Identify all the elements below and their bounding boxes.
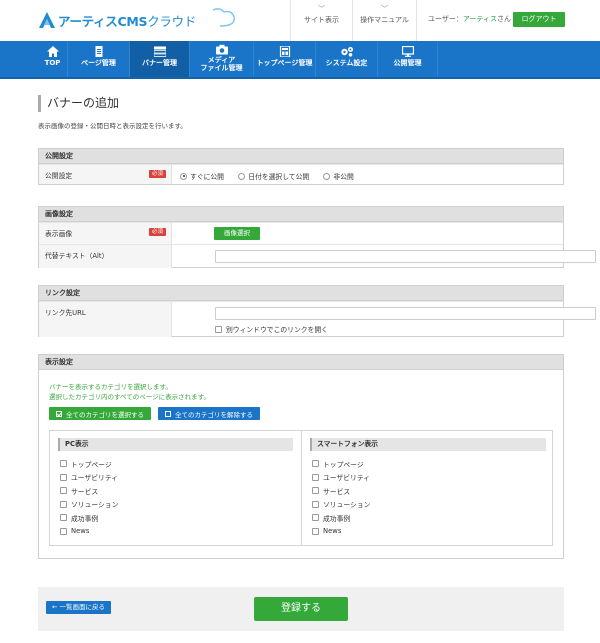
field-label: 公開設定 xyxy=(45,172,73,180)
nav-item-pages[interactable]: ページ管理 xyxy=(68,41,130,77)
link-url-row: リンク先URL 別ウィンドウでこのリンクを開く xyxy=(39,301,596,337)
checkbox-icon xyxy=(60,460,67,468)
layout-icon xyxy=(279,46,290,57)
panel-heading: 表示設定 xyxy=(39,355,563,370)
logo[interactable]: アーティスCMSクラウド xyxy=(38,8,235,31)
image-panel: 画像設定 表示画像 必須 画像選択 代替テキスト（Alt） xyxy=(38,206,596,268)
checkbox-icon xyxy=(60,527,67,535)
checkbox-icon xyxy=(312,473,319,481)
pc-heading: PC表示 xyxy=(58,438,293,451)
pc-category-item[interactable]: サービス xyxy=(58,484,293,498)
nav-item-media[interactable]: メディア ファイル管理 xyxy=(190,41,254,77)
radio-private[interactable]: 非公開 xyxy=(323,171,354,181)
logout-button[interactable]: ログアウト xyxy=(513,12,565,27)
checkbox-icon xyxy=(165,410,171,417)
nav-item-system[interactable]: システム設定 xyxy=(316,41,378,77)
user-info: ユーザー：アーティスさん xyxy=(416,0,511,41)
category-box: PC表示 トップページ ユーザビリティ サービス ソリューション 成功事例 Ne… xyxy=(49,430,553,546)
user-name: アーティス xyxy=(462,15,498,23)
gears-icon xyxy=(340,47,353,57)
radio-icon xyxy=(323,172,331,180)
display-image-row: 表示画像 必須 画像選択 xyxy=(39,222,563,244)
monitor-icon xyxy=(401,46,414,57)
nav-item-top-page[interactable]: トップページ管理 xyxy=(254,41,316,77)
sp-category-item[interactable]: 成功事例 xyxy=(310,511,546,525)
home-icon xyxy=(46,46,59,57)
field-label: リンク先URL xyxy=(45,309,86,317)
new-window-checkbox[interactable]: 別ウィンドウでこのリンクを開く xyxy=(215,324,328,334)
display-panel: 表示設定 バナーを表示するカテゴリを選択します。 選択したカテゴリ内のすべてのペ… xyxy=(38,354,564,559)
link-url-input[interactable] xyxy=(215,307,596,320)
radio-publish-date[interactable]: 日付を選択して公開 xyxy=(238,171,309,181)
checkbox-icon xyxy=(312,460,319,468)
page-description: 表示画像の登録・公開日時と表示設定を行います。 xyxy=(38,122,187,130)
publish-row: 公開設定 必須 すぐに公開 日付を選択して公開 非公開 xyxy=(39,164,563,184)
checkbox-icon xyxy=(60,473,67,481)
sp-category-item[interactable]: ソリューション xyxy=(310,498,546,512)
field-label: 代替テキスト（Alt） xyxy=(45,252,109,260)
page-title: バナーの追加 xyxy=(38,95,119,112)
checkbox-icon xyxy=(312,500,319,508)
checkbox-icon xyxy=(60,487,67,495)
alt-text-row: 代替テキスト（Alt） xyxy=(39,244,596,268)
nav-item-publish[interactable]: 公開管理 xyxy=(378,41,438,77)
sp-category-item[interactable]: トップページ xyxy=(310,457,546,471)
image-select-button[interactable]: 画像選択 xyxy=(214,227,260,240)
alt-text-input[interactable] xyxy=(215,250,596,263)
checkbox-icon xyxy=(60,500,67,508)
checkbox-checked-icon xyxy=(56,410,62,417)
checkbox-icon xyxy=(215,325,222,333)
top-header: アーティスCMSクラウド ﹀ サイト表示 ﹀ 操作マニュアル ユーザー：アーティ… xyxy=(0,0,600,41)
panel-heading: 公開設定 xyxy=(39,149,563,164)
manual-link[interactable]: ﹀ 操作マニュアル xyxy=(352,0,416,41)
required-badge: 必須 xyxy=(148,170,166,178)
display-note: バナーを表示するカテゴリを選択します。 xyxy=(49,383,172,391)
pc-category-item[interactable]: News xyxy=(58,525,293,539)
radio-icon xyxy=(180,172,187,180)
pc-category-item[interactable]: ユーザビリティ xyxy=(58,471,293,485)
display-note: 選択したカテゴリ内のすべてのページに表示されます。 xyxy=(49,393,211,401)
link-panel: リンク設定 リンク先URL 別ウィンドウでこのリンクを開く xyxy=(38,285,596,337)
banner-icon xyxy=(153,46,166,57)
field-label: 表示画像 xyxy=(45,230,73,238)
checkbox-icon xyxy=(312,527,319,535)
logo-icon xyxy=(39,12,55,28)
sp-category-column: スマートフォン表示 トップページ ユーザビリティ サービス ソリューション 成功… xyxy=(302,431,554,545)
checkbox-icon xyxy=(60,514,67,522)
back-to-list-button[interactable]: ← 一覧画面に戻る xyxy=(46,601,112,614)
pc-category-item[interactable]: トップページ xyxy=(58,457,293,471)
form-footer: ← 一覧画面に戻る 登録する xyxy=(38,587,564,631)
chevron-down-icon: ﹀ xyxy=(318,5,325,13)
sp-heading: スマートフォン表示 xyxy=(310,438,546,451)
main-nav: TOP ページ管理 バナー管理 メディア ファイル管理 トップページ管理 システ… xyxy=(0,41,600,79)
sp-category-item[interactable]: サービス xyxy=(310,484,546,498)
cloud-icon xyxy=(212,8,235,27)
nav-item-top[interactable]: TOP xyxy=(38,41,68,77)
pc-category-column: PC表示 トップページ ユーザビリティ サービス ソリューション 成功事例 Ne… xyxy=(50,431,302,545)
checkbox-icon xyxy=(312,514,319,522)
register-button[interactable]: 登録する xyxy=(254,597,348,621)
deselect-all-button[interactable]: 全てのカテゴリを解除する xyxy=(158,407,260,420)
sp-category-item[interactable]: News xyxy=(310,525,546,539)
sp-category-item[interactable]: ユーザビリティ xyxy=(310,471,546,485)
site-view-link[interactable]: ﹀ サイト表示 xyxy=(290,0,352,41)
panel-heading: リンク設定 xyxy=(39,286,563,301)
camera-icon xyxy=(215,44,228,55)
nav-item-banners[interactable]: バナー管理 xyxy=(130,41,190,77)
chevron-down-icon: ﹀ xyxy=(381,5,388,13)
radio-publish-now[interactable]: すぐに公開 xyxy=(180,171,224,181)
publish-panel: 公開設定 公開設定 必須 すぐに公開 日付を選択して公開 非公開 xyxy=(38,148,564,185)
radio-icon xyxy=(238,172,246,180)
checkbox-icon xyxy=(312,487,319,495)
required-badge: 必須 xyxy=(148,228,166,236)
select-all-button[interactable]: 全てのカテゴリを選択する xyxy=(49,407,151,420)
pc-category-item[interactable]: ソリューション xyxy=(58,498,293,512)
panel-heading: 画像設定 xyxy=(39,207,563,222)
document-icon xyxy=(95,46,102,57)
pc-category-item[interactable]: 成功事例 xyxy=(58,511,293,525)
